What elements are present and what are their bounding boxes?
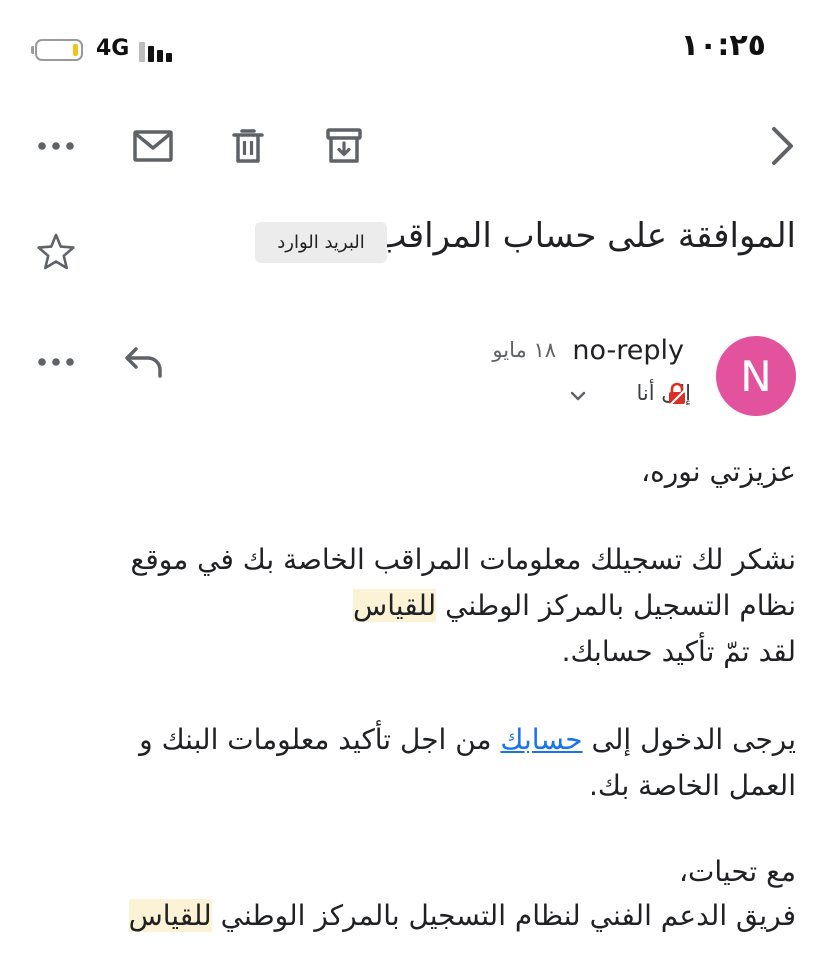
- body-text: فريق الدعم الفني لنظام التسجيل بالمركز ا…: [211, 899, 796, 932]
- sender-avatar[interactable]: N: [716, 336, 796, 416]
- mail-icon: [133, 130, 173, 162]
- body-line: العمل الخاصة بك.: [588, 769, 796, 802]
- body-greeting: عزيزتي نوره،: [641, 455, 796, 488]
- message-more-button[interactable]: [34, 340, 78, 384]
- battery-icon: [31, 39, 83, 61]
- body-signature: فريق الدعم الفني لنظام التسجيل بالمركز ا…: [128, 896, 796, 936]
- account-link[interactable]: حسابك: [500, 723, 582, 756]
- trash-icon: [232, 129, 264, 163]
- delete-button[interactable]: [226, 124, 270, 168]
- reply-icon: [125, 347, 162, 378]
- body-text: من اجل تأكيد معلومات البنك و: [139, 723, 501, 756]
- chevron-down-icon: [570, 391, 586, 401]
- status-time: ١٠:٢٥: [680, 28, 766, 63]
- body-line: نشكر لك تسجيلك معلومات المراقب الخاصة بك…: [130, 543, 796, 576]
- label-chip-inbox[interactable]: البريد الوارد: [255, 222, 387, 263]
- email-date: ١٨ مايو: [492, 338, 556, 362]
- network-type: 4G: [96, 36, 130, 61]
- back-button[interactable]: [760, 124, 804, 168]
- chevron-right-icon: [772, 127, 793, 165]
- star-button[interactable]: [36, 232, 76, 272]
- body-closing: مع تحيات،: [678, 855, 796, 888]
- sender-name[interactable]: no-reply: [572, 335, 684, 366]
- body-text: نظام التسجيل بالمركز الوطني: [436, 589, 796, 622]
- archive-button[interactable]: [322, 124, 366, 168]
- expand-details-button[interactable]: [568, 386, 588, 406]
- signal-icon: [139, 40, 179, 62]
- highlighted-term: للقياس: [128, 899, 212, 932]
- reply-button[interactable]: [122, 340, 166, 384]
- lock-warning-icon: [666, 382, 688, 406]
- body-line: يرجى الدخول إلى حسابك من اجل تأكيد معلوم…: [139, 720, 796, 760]
- star-icon: [37, 233, 75, 270]
- body-line: لقد تمّ تأكيد حسابك.: [561, 635, 796, 668]
- more-options-button[interactable]: [34, 124, 78, 168]
- body-text: يرجى الدخول إلى: [582, 723, 796, 756]
- more-horizontal-icon: [38, 142, 74, 150]
- archive-icon: [326, 128, 362, 163]
- more-horizontal-icon: [38, 358, 74, 366]
- highlighted-term: للقياس: [353, 589, 437, 622]
- mark-unread-button[interactable]: [131, 124, 175, 168]
- email-subject: الموافقة على حساب المراقب: [374, 216, 796, 256]
- body-line: نظام التسجيل بالمركز الوطني للقياس: [353, 586, 796, 626]
